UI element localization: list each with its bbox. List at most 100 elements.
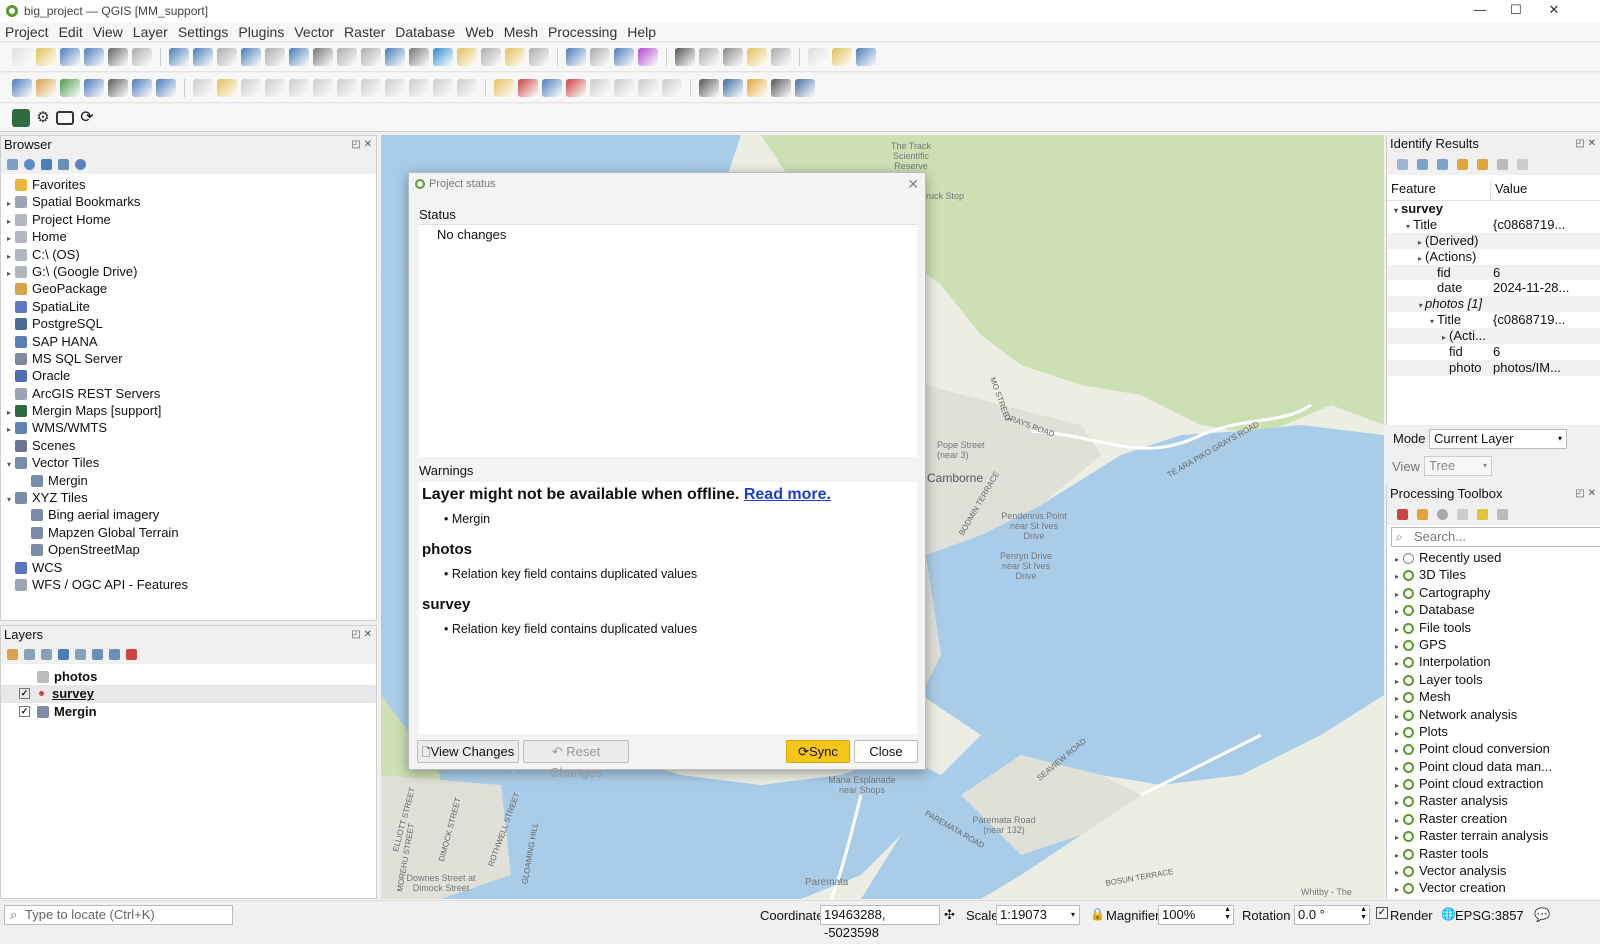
collapse-all-icon[interactable] (58, 158, 69, 170)
identify-row[interactable]: ▾ Title {c0868719... (1387, 217, 1600, 233)
messages-icon[interactable]: 💬 (1534, 907, 1550, 923)
scale-field[interactable]: 1:19073 ▾ (996, 905, 1080, 925)
expand-arrow-icon[interactable]: ▾ (1403, 219, 1413, 233)
options-icon[interactable] (1497, 508, 1508, 520)
zoom-layer-icon[interactable] (313, 48, 333, 66)
select-value-icon[interactable] (590, 48, 610, 66)
geometry-checker-icon[interactable] (771, 78, 791, 97)
digitize-icon[interactable] (265, 78, 285, 97)
toolbox-item[interactable]: ▸ Raster tools (1387, 845, 1600, 862)
browser-item[interactable]: ▸ Spatial Bookmarks (1, 193, 376, 210)
browser-item[interactable]: ▾ Vector Tiles (1, 454, 376, 471)
expand-arrow-icon[interactable]: ▸ (1415, 235, 1425, 249)
browser-item[interactable]: Mapzen Global Terrain (1, 524, 376, 541)
refresh-icon[interactable] (24, 158, 35, 170)
browser-item[interactable]: Favorites (1, 176, 376, 193)
expand-icon[interactable] (1397, 158, 1408, 170)
menu-processing[interactable]: Processing (543, 24, 622, 40)
panel-controls-icon[interactable]: ◰ ✕ (1575, 485, 1596, 503)
label-pin-icon[interactable] (518, 78, 538, 97)
redo-icon[interactable] (457, 78, 477, 97)
browser-item[interactable]: WCS (1, 559, 376, 576)
identify-row[interactable]: ▸ (Acti... (1387, 328, 1600, 345)
layer-visibility-checkbox[interactable]: ✓ (19, 688, 30, 700)
measure-icon[interactable] (808, 48, 828, 66)
new-geopackage-icon[interactable] (36, 78, 56, 97)
magnifier-field[interactable]: 100% ▲ ▼ (1158, 905, 1234, 925)
toolbox-item[interactable]: ▸ Point cloud data man... (1387, 758, 1600, 775)
identify-row[interactable]: photo photos/IM... (1387, 359, 1600, 376)
bookmark-new-icon[interactable] (457, 48, 477, 66)
maximize-button[interactable]: ☐ (1496, 0, 1536, 22)
browser-item[interactable]: SAP HANA (1, 333, 376, 350)
new-map-view-icon[interactable] (409, 48, 429, 66)
add-group-icon[interactable] (24, 648, 35, 660)
locator-input[interactable]: ⌕ Type to locate (Ctrl+K) (4, 905, 233, 925)
processing-gear-icon[interactable] (747, 78, 767, 97)
map-tips-icon[interactable] (832, 48, 852, 66)
results-viewer-icon[interactable] (1457, 508, 1468, 520)
add-project-icon[interactable] (56, 110, 74, 125)
menu-database[interactable]: Database (390, 24, 460, 40)
label-icon[interactable] (494, 78, 514, 97)
menu-raster[interactable]: Raster (339, 24, 390, 40)
toolbox-item[interactable]: ▸ Point cloud extraction (1387, 775, 1600, 792)
paste-icon[interactable] (409, 78, 429, 97)
field-calculator-icon[interactable] (771, 48, 791, 66)
remove-layer-icon[interactable] (126, 648, 137, 660)
toolbox-item[interactable]: ▸ Raster analysis (1387, 792, 1600, 809)
toolbox-item[interactable]: ▸ Vector creation (1387, 879, 1600, 896)
temporal-icon[interactable] (505, 48, 525, 66)
panel-controls-icon[interactable]: ◰ ✕ (351, 136, 372, 154)
deselect-icon[interactable] (614, 48, 634, 66)
layer-visibility-checkbox[interactable]: ✓ (19, 705, 30, 717)
label-change-icon[interactable] (614, 78, 634, 97)
identify-row[interactable]: ▾ survey (1387, 201, 1600, 217)
new-3d-view-icon[interactable] (433, 48, 453, 66)
identify-row[interactable]: ▾ photos [1] (1387, 296, 1600, 313)
label-rotate-icon[interactable] (590, 78, 610, 97)
vertex-tool-icon[interactable] (289, 78, 309, 97)
expand-arrow-icon[interactable]: ▾ (1415, 298, 1425, 312)
panel-controls-icon[interactable]: ◰ ✕ (351, 626, 372, 644)
browser-item[interactable]: GeoPackage (1, 280, 376, 297)
expand-arrow-icon[interactable]: ▾ (1391, 203, 1401, 217)
toolbox-item[interactable]: ▸ Database (1387, 601, 1600, 618)
models-icon[interactable] (1397, 508, 1408, 520)
label-move-icon[interactable] (566, 78, 586, 97)
attribute-table-icon[interactable] (699, 48, 719, 66)
browser-item[interactable]: ▾ XYZ Tiles (1, 489, 376, 506)
pan-icon[interactable] (169, 48, 189, 66)
expand-all-icon[interactable] (92, 648, 103, 660)
browser-item[interactable]: ▸ Mergin Maps [support] (1, 402, 376, 419)
mode-select[interactable]: Current Layer ▾ (1429, 429, 1567, 449)
python-icon[interactable] (723, 78, 743, 97)
browser-item[interactable]: MS SQL Server (1, 350, 376, 367)
sync-icon[interactable]: ⟳ (78, 109, 96, 127)
browser-item[interactable]: ArcGIS REST Servers (1, 385, 376, 402)
view-changes-button[interactable]: 🗋View Changes (417, 740, 519, 763)
collapse-all-icon[interactable] (109, 648, 120, 660)
toolbox-item[interactable]: ▸ Mesh (1387, 688, 1600, 705)
expand-arrow-icon[interactable]: ▾ (1427, 314, 1437, 328)
expand-new-icon[interactable] (1437, 158, 1448, 170)
scripts-icon[interactable] (1417, 508, 1428, 520)
new-print-layout-icon[interactable] (84, 48, 104, 66)
zoom-selection-icon[interactable] (289, 48, 309, 66)
close-button[interactable]: Close (854, 740, 918, 763)
annotation-icon[interactable] (856, 48, 876, 66)
delete-icon[interactable] (337, 78, 357, 97)
label-highlight-icon[interactable] (542, 78, 562, 97)
new-virtual-layer-icon[interactable] (108, 78, 128, 97)
toolbox-icon[interactable] (723, 48, 743, 66)
toolbox-item[interactable]: ▸ Network analysis (1387, 706, 1600, 723)
toolbox-item[interactable]: ▸ Plots (1387, 723, 1600, 740)
menu-project[interactable]: Project (0, 24, 54, 40)
toolbox-item[interactable]: ▸ 3D Tiles (1387, 566, 1600, 583)
browser-item[interactable]: Bing aerial imagery (1, 506, 376, 523)
undo-icon[interactable] (433, 78, 453, 97)
toggle-extents-icon[interactable]: ✣ (944, 907, 955, 923)
clear-results-icon[interactable] (1477, 158, 1488, 170)
style-manager-icon[interactable] (132, 48, 152, 66)
menu-layer[interactable]: Layer (128, 24, 173, 40)
